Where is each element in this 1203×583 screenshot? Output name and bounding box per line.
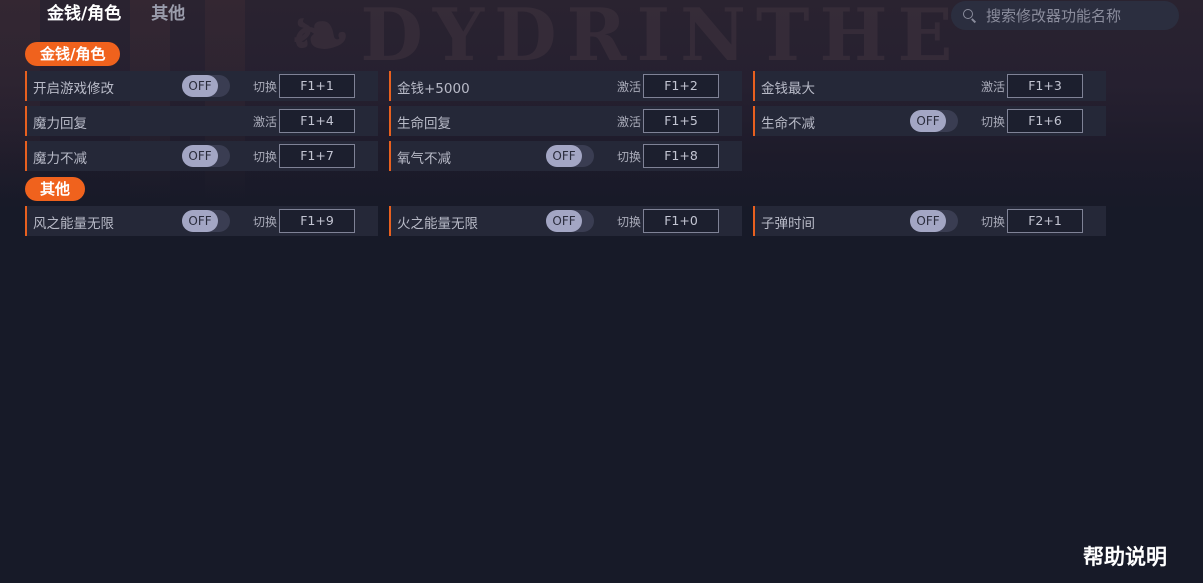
activate-button[interactable]: 激活 <box>981 78 1005 95</box>
hotkey-field[interactable]: F1+0 <box>643 209 719 233</box>
hotkey-field[interactable]: F1+6 <box>1007 109 1083 133</box>
section-header-money-character: 金钱/角色 <box>25 42 121 66</box>
cheat-row-infinite-mana: 魔力不减 OFF 切换 F1+7 <box>25 141 378 171</box>
mode-label: 切换 <box>981 215 1006 229</box>
hotkey-field[interactable]: F2+1 <box>1007 209 1083 233</box>
cheat-row-bullet-time: 子弹时间 OFF 切换 F2+1 <box>753 206 1106 236</box>
hotkey-field[interactable]: F1+4 <box>279 109 355 133</box>
help-button[interactable]: 帮助说明 <box>1083 541 1167 571</box>
cheat-name: 生命回复 <box>397 116 451 132</box>
cheat-name: 生命不减 <box>761 116 815 132</box>
cheat-name: 魔力回复 <box>33 116 87 132</box>
cheat-name: 金钱+5000 <box>397 81 470 97</box>
hotkey-field[interactable]: F1+8 <box>643 144 719 168</box>
cheat-toggle[interactable]: OFF <box>910 110 958 132</box>
cheat-toggle[interactable]: OFF <box>182 145 230 167</box>
mode-label: 切换 <box>617 215 642 229</box>
cheat-toggle[interactable]: OFF <box>910 210 958 232</box>
hotkey-field[interactable]: F1+1 <box>279 74 355 98</box>
hotkey-field[interactable]: F1+7 <box>279 144 355 168</box>
mode-label: 切换 <box>253 215 278 229</box>
cheat-name: 金钱最大 <box>761 81 815 97</box>
cheat-row-infinite-wind-energy: 风之能量无限 OFF 切换 F1+9 <box>25 206 378 236</box>
activate-button[interactable]: 激活 <box>617 113 641 130</box>
cheat-row-infinite-health: 生命不减 OFF 切换 F1+6 <box>753 106 1106 136</box>
hotkey-field[interactable]: F1+9 <box>279 209 355 233</box>
trainer-window: ❧DYDRINTHE 金钱/角色 其他 金钱/角色 开启游戏修改 OFF 切换 … <box>0 0 1203 583</box>
hotkey-field[interactable]: F1+3 <box>1007 74 1083 98</box>
cheat-row-health-regen: 生命回复 激活 F1+5 <box>389 106 742 136</box>
hotkey-field[interactable]: F1+2 <box>643 74 719 98</box>
game-banner-art: ❧DYDRINTHE <box>0 0 1203 210</box>
cheat-row-enable-game-mod: 开启游戏修改 OFF 切换 F1+1 <box>25 71 378 101</box>
mode-label: 切换 <box>617 150 642 164</box>
cheat-toggle[interactable]: OFF <box>546 145 594 167</box>
cheat-name: 氧气不减 <box>397 151 451 167</box>
search-box[interactable] <box>951 1 1179 30</box>
mode-label: 切换 <box>253 80 278 94</box>
tab-money-character[interactable]: 金钱/角色 <box>47 2 121 26</box>
section-header-other: 其他 <box>25 177 86 201</box>
cheat-name: 子弹时间 <box>761 216 815 232</box>
cheat-name: 火之能量无限 <box>397 216 478 232</box>
activate-button[interactable]: 激活 <box>617 78 641 95</box>
category-tabs: 金钱/角色 其他 <box>47 2 185 26</box>
cheat-name: 开启游戏修改 <box>33 81 114 97</box>
cheat-row-money-plus-5000: 金钱+5000 激活 F1+2 <box>389 71 742 101</box>
cheat-row-mana-regen: 魔力回复 激活 F1+4 <box>25 106 378 136</box>
cheat-name: 魔力不减 <box>33 151 87 167</box>
cheat-row-infinite-oxygen: 氧气不减 OFF 切换 F1+8 <box>389 141 742 171</box>
search-input[interactable] <box>984 5 1178 26</box>
activate-button[interactable]: 激活 <box>253 113 277 130</box>
cheat-toggle[interactable]: OFF <box>182 210 230 232</box>
search-icon <box>963 8 977 23</box>
mode-label: 切换 <box>253 150 278 164</box>
cheat-row-money-max: 金钱最大 激活 F1+3 <box>753 71 1106 101</box>
cheat-row-infinite-fire-energy: 火之能量无限 OFF 切换 F1+0 <box>389 206 742 236</box>
cheat-toggle[interactable]: OFF <box>546 210 594 232</box>
cheat-name: 风之能量无限 <box>33 216 114 232</box>
mode-label: 切换 <box>981 115 1006 129</box>
hotkey-field[interactable]: F1+5 <box>643 109 719 133</box>
tab-other[interactable]: 其他 <box>151 2 185 26</box>
cheat-toggle[interactable]: OFF <box>182 75 230 97</box>
